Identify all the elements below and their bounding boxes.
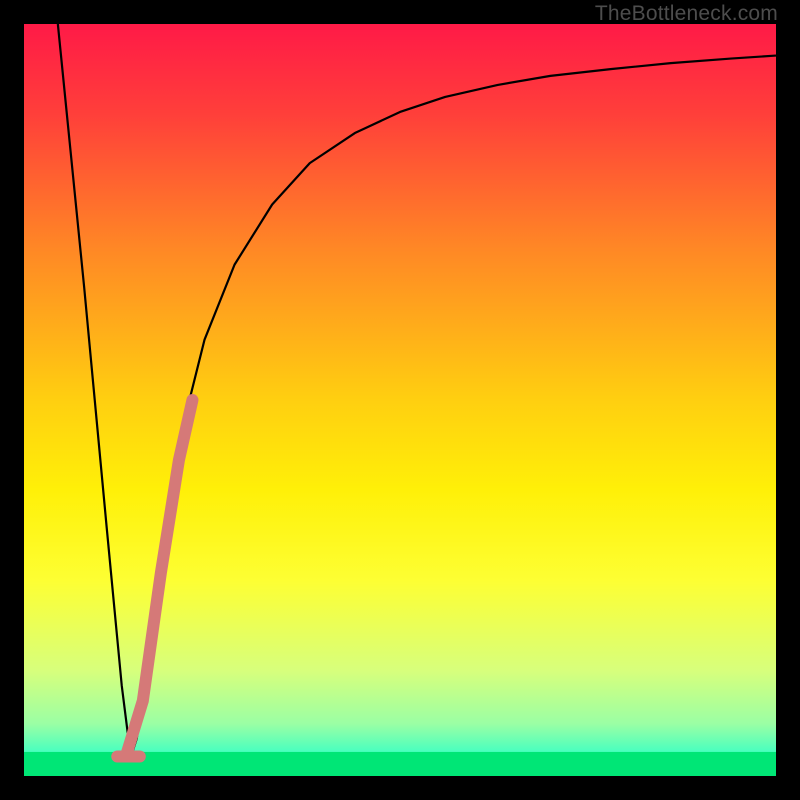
chart-svg [24,24,776,776]
chart-frame: TheBottleneck.com [0,0,800,800]
plot-area [24,24,776,776]
watermark-text: TheBottleneck.com [595,2,778,26]
gradient-background [24,24,776,776]
